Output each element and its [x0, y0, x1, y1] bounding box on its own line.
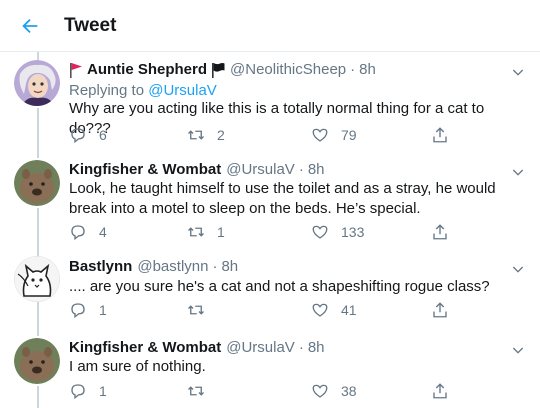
reply-count: 1: [99, 383, 107, 399]
tweet-actions: 1 41: [69, 301, 459, 321]
retweet-icon: [188, 130, 204, 140]
like-button[interactable]: 41: [311, 301, 357, 319]
arrow-left-icon: [22, 18, 38, 34]
timestamp[interactable]: 8h: [308, 161, 325, 178]
tweet-text: I am sure of nothing.: [69, 358, 206, 375]
reply-button[interactable]: 4: [69, 223, 107, 241]
avatar[interactable]: [14, 256, 60, 302]
retweet-button[interactable]: [187, 382, 217, 400]
share-button[interactable]: [431, 382, 449, 400]
heart-icon: [312, 303, 328, 317]
retweet-count: 2: [217, 127, 225, 143]
tweet-actions: 4 1 133: [69, 223, 459, 243]
like-count: 133: [341, 224, 365, 240]
tweet-text: .... are you sure he's a cat and not a s…: [69, 278, 490, 295]
tweet-header: Kingfisher & Wombat @UrsulaV · 8h: [69, 339, 325, 356]
replying-to-label: Replying to: [69, 82, 145, 99]
back-button[interactable]: [18, 14, 42, 38]
user-handle[interactable]: @NeolithicSheep: [230, 61, 346, 78]
reply-count: 6: [99, 127, 107, 143]
tweet-actions: 6 2 79: [69, 126, 459, 146]
heart-icon: [312, 128, 328, 142]
red-flag-icon: [70, 62, 82, 78]
reply-icon: [71, 384, 85, 400]
reply-button[interactable]: 1: [69, 382, 107, 400]
retweet-icon: [188, 305, 204, 315]
replying-to: Replying to @UrsulaV: [69, 82, 217, 99]
reply-button[interactable]: 1: [69, 301, 107, 319]
like-button[interactable]: 79: [311, 126, 357, 144]
black-flag-icon: [212, 62, 225, 78]
thread-line: [37, 108, 39, 158]
share-button[interactable]: [431, 301, 449, 319]
mention-link[interactable]: @UrsulaV: [148, 82, 217, 99]
like-count: 38: [341, 383, 357, 399]
chevron-down-icon[interactable]: [510, 64, 526, 80]
like-button[interactable]: 133: [311, 223, 364, 241]
chevron-down-icon[interactable]: [510, 261, 526, 277]
separator-dot: ·: [212, 258, 218, 275]
display-name[interactable]: Bastlynn: [69, 258, 132, 275]
timestamp[interactable]: 8h: [221, 258, 238, 275]
retweet-icon: [188, 386, 204, 396]
avatar[interactable]: [14, 338, 60, 384]
like-button[interactable]: 38: [311, 382, 357, 400]
reply-button[interactable]: 6: [69, 126, 107, 144]
chevron-down-icon[interactable]: [510, 342, 526, 358]
page-title: Tweet: [64, 15, 117, 36]
chevron-down-icon[interactable]: [510, 164, 526, 180]
retweet-count: 1: [217, 224, 225, 240]
avatar[interactable]: [14, 60, 60, 106]
share-icon: [433, 127, 447, 143]
reply-count: 4: [99, 224, 107, 240]
like-count: 79: [341, 127, 357, 143]
heart-icon: [312, 225, 328, 239]
display-name[interactable]: Auntie Shepherd: [87, 61, 207, 78]
retweet-button[interactable]: [187, 301, 217, 319]
thread-line: [37, 52, 39, 60]
tweet-header: Bastlynn @bastlynn · 8h: [69, 258, 238, 275]
user-handle[interactable]: @bastlynn: [137, 258, 208, 275]
reply-icon: [71, 128, 85, 144]
user-handle[interactable]: @UrsulaV: [226, 161, 295, 178]
thread-line: [37, 386, 39, 408]
tweet-actions: 1 38: [69, 382, 459, 402]
like-count: 41: [341, 302, 357, 318]
avatar[interactable]: [14, 160, 60, 206]
user-handle[interactable]: @UrsulaV: [226, 339, 295, 356]
display-name[interactable]: Kingfisher & Wombat: [69, 161, 221, 178]
thread-line: [37, 208, 39, 258]
display-name[interactable]: Kingfisher & Wombat: [69, 339, 221, 356]
timestamp[interactable]: 8h: [308, 339, 325, 356]
share-icon: [433, 224, 447, 240]
tweet-header: Kingfisher & Wombat @UrsulaV · 8h: [69, 161, 325, 178]
share-icon: [433, 383, 447, 399]
reply-icon: [71, 303, 85, 319]
heart-icon: [312, 384, 328, 398]
separator-dot: ·: [298, 339, 304, 356]
separator-dot: ·: [298, 161, 304, 178]
share-icon: [433, 302, 447, 318]
thread-line: [37, 302, 39, 336]
retweet-button[interactable]: 2: [187, 126, 225, 144]
reply-icon: [71, 225, 85, 241]
tweet-header: Auntie Shepherd @NeolithicSheep · 8h: [69, 61, 376, 78]
share-button[interactable]: [431, 223, 449, 241]
separator-dot: ·: [350, 61, 356, 78]
reply-count: 1: [99, 302, 107, 318]
tweet-text: Look, he taught himself to use the toile…: [69, 180, 496, 217]
page-header: Tweet: [0, 0, 540, 52]
timestamp[interactable]: 8h: [359, 61, 376, 78]
retweet-button[interactable]: 1: [187, 223, 225, 241]
retweet-icon: [188, 227, 204, 237]
share-button[interactable]: [431, 126, 449, 144]
